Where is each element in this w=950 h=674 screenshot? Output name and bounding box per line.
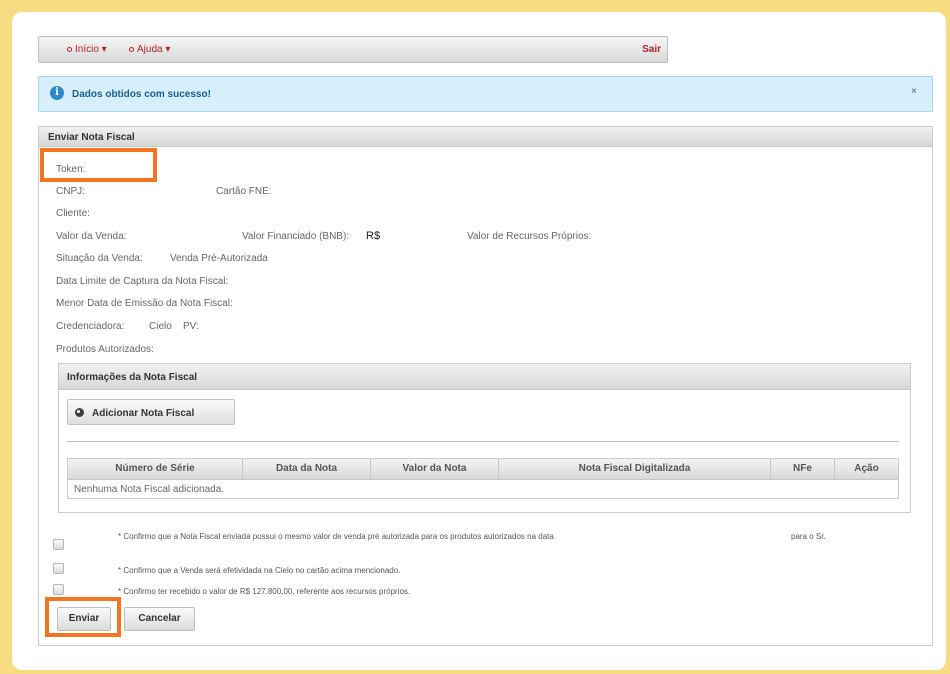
- confirm-checkbox-1[interactable]: [53, 539, 64, 550]
- situacao-value: Venda Pré-Autorizada: [170, 253, 268, 264]
- menu-inicio[interactable]: Início ▾: [67, 44, 107, 55]
- valor-recursos-label: Valor de Recursos Próprios:: [467, 231, 592, 242]
- cnpj-label: CNPJ:: [56, 186, 85, 197]
- menor-data-label: Menor Data de Emissão da Nota Fiscal:: [56, 298, 233, 309]
- menu-bar: Início ▾ Ajuda ▾ Sair: [38, 36, 668, 63]
- plus-circle-icon: [75, 408, 84, 417]
- subpanel-title: Informações da Nota Fiscal: [67, 372, 198, 383]
- panel-header: Enviar Nota Fiscal: [39, 127, 932, 147]
- divider: [67, 441, 899, 442]
- valor-venda-label: Valor da Venda:: [56, 231, 127, 242]
- cartao-fne-label: Cartão FNE:: [216, 186, 272, 197]
- column-numero-serie[interactable]: Número de Série: [68, 459, 243, 479]
- cancelar-button[interactable]: Cancelar: [124, 607, 195, 631]
- column-nota-digitalizada[interactable]: Nota Fiscal Digitalizada: [499, 459, 771, 479]
- pv-label: PV:: [183, 321, 199, 332]
- circle-icon: [67, 46, 72, 52]
- nota-fiscal-subpanel: Informações da Nota Fiscal Adicionar Not…: [58, 363, 911, 513]
- confirm-text-1-suffix: para o Sr.: [791, 532, 826, 541]
- column-data-nota[interactable]: Data da Nota: [243, 459, 371, 479]
- alert-message: Dados obtidos com sucesso!: [72, 89, 211, 100]
- menu-ajuda[interactable]: Ajuda ▾: [129, 44, 170, 55]
- valor-financiado-label: Valor Financiado (BNB):: [242, 231, 350, 242]
- confirm-checkbox-3[interactable]: [53, 584, 64, 595]
- cliente-label: Cliente:: [56, 208, 90, 219]
- produtos-label: Produtos Autorizados:: [56, 344, 154, 355]
- subpanel-header: Informações da Nota Fiscal: [59, 364, 910, 390]
- success-alert: i Dados obtidos com sucesso! ×: [38, 76, 933, 112]
- table-header: Número de Série Data da Nota Valor da No…: [68, 459, 898, 480]
- info-icon: i: [50, 86, 64, 100]
- token-highlight: [40, 148, 157, 182]
- sair-button[interactable]: Sair: [642, 44, 661, 55]
- enviar-highlight: [45, 597, 121, 637]
- column-valor-nota[interactable]: Valor da Nota: [371, 459, 499, 479]
- confirm-text-1: * Confirmo que a Nota Fiscal enviada pos…: [118, 532, 554, 541]
- column-acao[interactable]: Ação: [835, 459, 898, 479]
- valor-financiado-value: R$: [366, 230, 381, 242]
- credenciadora-label: Credenciadora:: [56, 321, 125, 332]
- notas-table: Número de Série Data da Nota Valor da No…: [67, 458, 899, 499]
- credenciadora-value: Cielo: [149, 321, 172, 332]
- circle-icon: [129, 46, 134, 52]
- column-nfe[interactable]: NFe: [771, 459, 835, 479]
- close-icon[interactable]: ×: [911, 86, 917, 97]
- panel-title: Enviar Nota Fiscal: [48, 132, 135, 143]
- data-limite-label: Data Limite de Captura da Nota Fiscal:: [56, 276, 229, 287]
- confirm-checkbox-2[interactable]: [53, 563, 64, 574]
- confirm-text-2: * Confirmo que a Venda será efetividada …: [118, 566, 401, 575]
- situacao-label: Situação da Venda:: [56, 253, 143, 264]
- empty-table-message: Nenhuma Nota Fiscal adicionada.: [74, 484, 225, 495]
- add-nota-fiscal-button[interactable]: Adicionar Nota Fiscal: [67, 399, 235, 425]
- confirm-text-3: * Confirmo ter recebido o valor de R$ 12…: [118, 587, 411, 596]
